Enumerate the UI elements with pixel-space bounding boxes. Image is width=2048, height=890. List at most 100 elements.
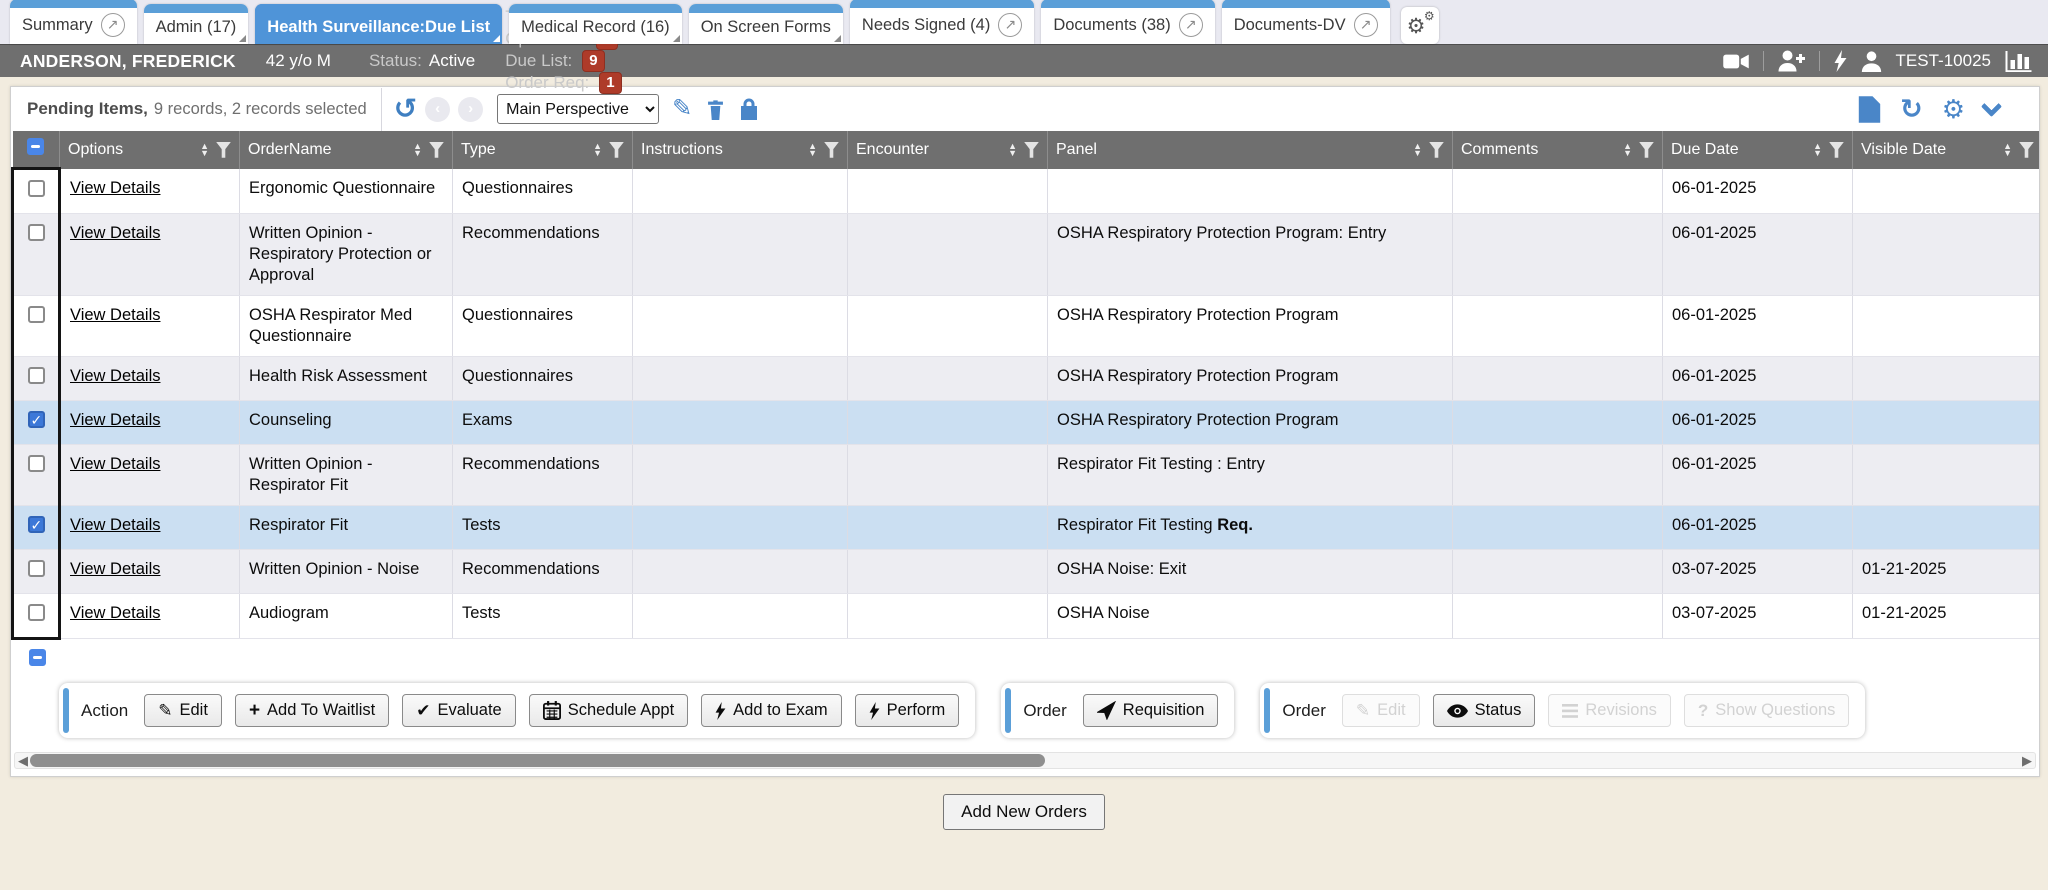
schedule-appt-button[interactable]: Schedule Appt (529, 694, 688, 727)
next-page-button[interactable]: › (458, 97, 483, 122)
filter-funnel-icon[interactable] (1639, 142, 1654, 158)
filter-funnel-icon[interactable] (2019, 142, 2034, 158)
row-checkbox[interactable] (28, 455, 45, 472)
row-checkbox[interactable] (28, 604, 45, 621)
tab-admin-17[interactable]: Admin (17) (144, 4, 249, 44)
page-footer: Add New Orders (0, 777, 2048, 830)
collapse-chevron-icon[interactable] (1984, 105, 1999, 114)
sort-icon[interactable]: ▲▼ (808, 143, 817, 157)
tab-label: Documents (38) (1053, 16, 1170, 35)
grid-settings-icon[interactable]: ⚙ (1942, 97, 1965, 121)
row-checkbox[interactable] (28, 224, 45, 241)
sort-icon[interactable]: ▲▼ (1623, 143, 1632, 157)
instructions-cell (633, 169, 848, 214)
popout-icon[interactable]: ↗ (1354, 13, 1378, 37)
evaluate-button[interactable]: ✔Evaluate (402, 694, 515, 727)
requisition-button[interactable]: Requisition (1083, 694, 1219, 727)
tab-documents-38[interactable]: Documents (38) ↗ (1041, 0, 1214, 44)
sort-icon[interactable]: ▲▼ (200, 143, 209, 157)
tab-settings-button[interactable]: ⚙⚙ (1401, 7, 1439, 44)
filter-funnel-icon[interactable] (1024, 142, 1039, 158)
delete-perspective-icon[interactable] (705, 98, 726, 121)
add-new-orders-button[interactable]: Add New Orders (943, 794, 1105, 830)
panel-cell: OSHA Respiratory Protection Program (1048, 357, 1453, 401)
horizontal-scrollbar[interactable]: ◀ ▶ (14, 752, 2036, 769)
new-document-icon[interactable] (1858, 96, 1881, 123)
add-to-waitlist-button[interactable]: +Add To Waitlist (235, 694, 389, 727)
filter-funnel-icon[interactable] (1429, 142, 1444, 158)
counter-badge[interactable]: 9 (582, 50, 604, 72)
refresh-icon[interactable]: ↻ (1900, 97, 1923, 121)
options-cell: View Details (60, 214, 240, 296)
panel-cell: Respirator Fit Testing : Entry (1048, 445, 1453, 506)
tab-medical-record-16[interactable]: Medical Record (16) (509, 4, 682, 44)
add-to-exam-button[interactable]: Add to Exam (701, 694, 841, 727)
row-checkbox[interactable] (28, 411, 45, 428)
eye-icon (1447, 704, 1468, 718)
button-label: Perform (887, 701, 946, 720)
sort-icon[interactable]: ▲▼ (2003, 143, 2012, 157)
row-checkbox[interactable] (28, 516, 45, 533)
tab-summary[interactable]: Summary↗ (10, 0, 137, 44)
sort-icon[interactable]: ▲▼ (1813, 143, 1822, 157)
order-group-2: Order✎EditStatusRevisions?Show Questions (1260, 683, 1865, 738)
scroll-left-icon[interactable]: ◀ (18, 753, 28, 768)
view-details-link[interactable]: View Details (70, 604, 160, 622)
perspective-select[interactable]: Main Perspective (497, 94, 659, 124)
lock-perspective-icon[interactable] (739, 97, 759, 121)
scroll-right-icon[interactable]: ▶ (2022, 753, 2032, 768)
order-name-cell: OSHA Respirator Med Questionnaire (240, 296, 453, 357)
stats-chart-icon[interactable] (2005, 51, 2032, 72)
due-date-cell: 06-01-2025 (1663, 506, 1853, 550)
filter-funnel-icon[interactable] (216, 142, 231, 158)
view-details-link[interactable]: View Details (70, 306, 160, 324)
edit-perspective-icon[interactable]: ✎ (672, 98, 692, 120)
instructions-cell (633, 357, 848, 401)
tab-health-surveillance-due-list[interactable]: Health Surveillance:Due List (255, 4, 502, 44)
filter-funnel-icon[interactable] (1829, 142, 1844, 158)
counter-badge[interactable]: 1 (599, 72, 621, 94)
video-call-icon[interactable] (1723, 53, 1749, 70)
popout-icon[interactable]: ↗ (998, 13, 1022, 37)
row-checkbox[interactable] (28, 560, 45, 577)
view-details-link[interactable]: View Details (70, 367, 160, 385)
tab-needs-signed-4[interactable]: Needs Signed (4)↗ (850, 0, 1034, 44)
row-checkbox[interactable] (28, 306, 45, 323)
column-label: Panel (1056, 141, 1097, 159)
view-details-link[interactable]: View Details (70, 411, 160, 429)
sort-icon[interactable]: ▲▼ (413, 143, 422, 157)
scrollbar-thumb[interactable] (30, 754, 1045, 767)
options-cell: View Details (60, 550, 240, 594)
select-all-checkbox[interactable] (29, 649, 46, 666)
popout-icon[interactable]: ↗ (101, 13, 125, 37)
table-row: View DetailsCounselingExamsOSHA Respirat… (13, 401, 2041, 445)
tab-on-screen-forms[interactable]: On Screen Forms (689, 4, 843, 44)
filter-funnel-icon[interactable] (609, 142, 624, 158)
filter-funnel-icon[interactable] (824, 142, 839, 158)
view-details-link[interactable]: View Details (70, 179, 160, 197)
status-button[interactable]: Status (1433, 694, 1536, 727)
sort-icon[interactable]: ▲▼ (1413, 143, 1422, 157)
view-details-link[interactable]: View Details (70, 516, 160, 534)
sort-icon[interactable]: ▲▼ (593, 143, 602, 157)
edit-button[interactable]: ✎Edit (144, 694, 222, 727)
undo-icon[interactable]: ↺ (394, 96, 417, 122)
popout-icon[interactable]: ↗ (1179, 13, 1203, 37)
view-details-link[interactable]: View Details (70, 224, 160, 242)
view-details-link[interactable]: View Details (70, 560, 160, 578)
header-select-all-checkbox[interactable] (27, 138, 44, 155)
column-header-comments: Comments▲▼ (1453, 131, 1663, 169)
prev-page-button[interactable]: ‹ (425, 97, 450, 122)
visible-date-cell (1853, 214, 2041, 296)
tab-documents-dv[interactable]: Documents-DV↗ (1222, 0, 1390, 44)
bolt-icon[interactable] (1834, 50, 1847, 72)
order-name-cell: Audiogram (240, 594, 453, 639)
row-checkbox[interactable] (28, 180, 45, 197)
patient-bar-right: TEST-10025 (1723, 50, 2038, 72)
view-details-link[interactable]: View Details (70, 455, 160, 473)
filter-funnel-icon[interactable] (429, 142, 444, 158)
row-checkbox[interactable] (28, 367, 45, 384)
sort-icon[interactable]: ▲▼ (1008, 143, 1017, 157)
perform-button[interactable]: Perform (855, 694, 960, 727)
add-person-icon[interactable] (1778, 50, 1805, 72)
